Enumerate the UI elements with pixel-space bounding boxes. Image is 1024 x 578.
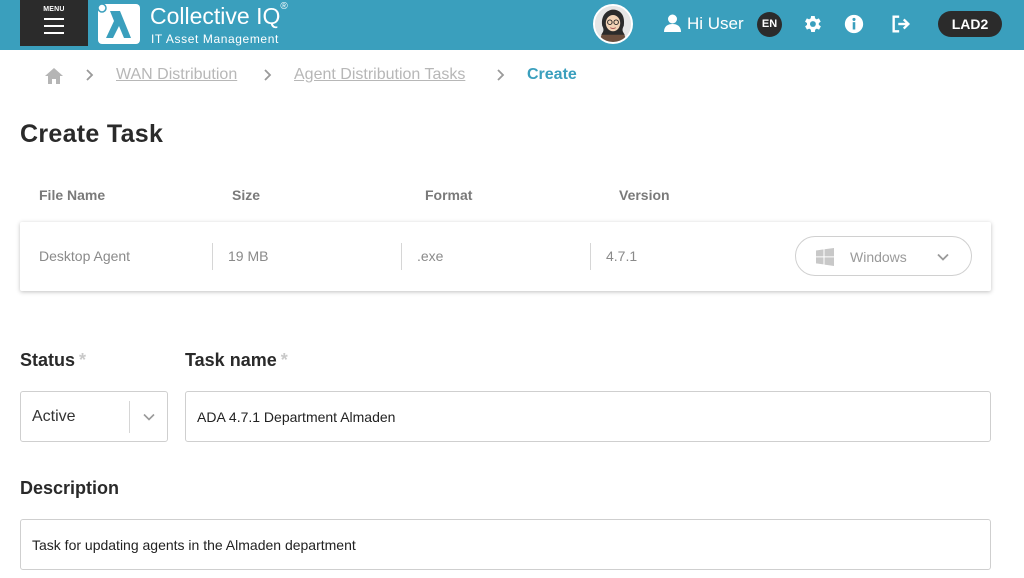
menu-icon [44,18,64,39]
status-label: Status * [20,350,87,370]
user-icon [664,14,681,32]
logout-icon[interactable] [890,13,912,35]
breadcrumb-current: Create [527,66,577,83]
required-mark: * [280,350,288,370]
chevron-right-icon [264,69,272,81]
home-icon[interactable] [44,67,64,85]
size-cell: 19 MB [228,248,269,264]
version-cell: 4.7.1 [606,248,638,264]
app-title: Collective IQ® [150,1,288,29]
task-name-label: Task name * [185,350,288,370]
breadcrumb-wan-distribution[interactable]: WAN Distribution [116,66,237,84]
required-mark: * [79,350,87,370]
user-greeting[interactable]: Hi User [687,14,744,34]
logo-icon [97,3,140,44]
breadcrumb-agent-distribution-tasks[interactable]: Agent Distribution Tasks [294,66,465,84]
site-badge[interactable]: LAD2 [938,11,1002,37]
column-header-format: Format [425,187,473,203]
column-header-size: Size [232,187,261,203]
menu-label: MENU [43,6,65,13]
chevron-down-icon [143,413,155,421]
windows-icon [816,248,834,266]
chevron-right-icon [497,69,505,81]
task-name-input[interactable] [185,391,991,442]
app-subtitle: IT Asset Management [151,32,279,46]
select-divider [129,401,130,433]
column-header-file-name: File Name [39,187,106,203]
cell-divider [212,243,213,270]
avatar[interactable] [593,4,633,44]
page-title: Create Task [20,120,164,148]
trademark-mark: ® [280,1,288,12]
column-header-version: Version [619,187,670,203]
chevron-down-icon [937,253,949,261]
status-select[interactable]: Active [20,391,168,442]
os-dropdown[interactable]: Windows [795,236,972,276]
format-cell: .exe [417,248,444,264]
language-selector[interactable]: EN [757,12,782,37]
file-name-cell: Desktop Agent [39,248,131,264]
cell-divider [590,243,591,270]
info-icon[interactable] [843,13,865,35]
file-row: Desktop Agent 19 MB .exe 4.7.1 Windows [20,222,991,291]
cell-divider [401,243,402,270]
gear-icon[interactable] [801,13,823,35]
description-input[interactable] [20,519,991,570]
os-dropdown-value: Windows [850,249,907,265]
status-value: Active [32,408,76,425]
description-label: Description [20,478,120,498]
menu-button[interactable]: MENU [20,0,88,46]
top-header: MENU Collective IQ® IT Asset Management … [0,0,1024,50]
chevron-right-icon [86,69,94,81]
